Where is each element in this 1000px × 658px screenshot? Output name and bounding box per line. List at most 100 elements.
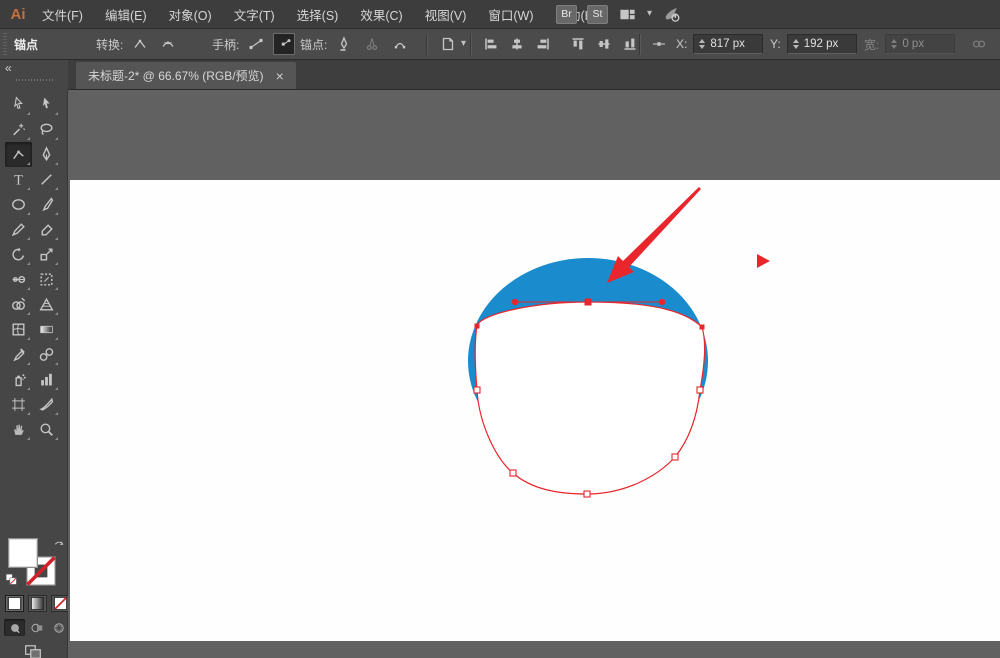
shape-builder-tool[interactable] [5, 292, 32, 317]
free-transform-tool[interactable] [33, 267, 60, 292]
controlbar-grip[interactable] [3, 33, 7, 56]
lasso-tool[interactable] [33, 117, 60, 142]
align-vertical-center-button[interactable] [593, 33, 615, 55]
draw-behind-button[interactable] [26, 619, 47, 636]
bridge-button[interactable]: Br [556, 4, 577, 24]
menubar-item-2[interactable]: 对象(O) [169, 5, 212, 24]
line-segment-tool[interactable] [33, 167, 60, 192]
tab-close-button[interactable]: × [276, 69, 284, 83]
scale-tool[interactable] [33, 242, 60, 267]
workspace-switcher-icon[interactable] [618, 5, 637, 24]
handle-endpoint[interactable] [511, 298, 519, 306]
menubar-item-5[interactable]: 效果(C) [360, 5, 402, 24]
align-left-button[interactable] [480, 33, 502, 55]
constrain-proportions-icon[interactable] [968, 33, 990, 55]
menubar-item-0[interactable]: 文件(F) [42, 5, 83, 24]
menubar-item-3[interactable]: 文字(T) [234, 5, 275, 24]
anchor-point-filled[interactable] [474, 323, 480, 329]
chevron-down-icon[interactable]: ▾ [647, 9, 652, 19]
width-input[interactable]: 0 px [885, 34, 956, 54]
anchor-point[interactable] [509, 469, 517, 477]
document-tab[interactable]: 未标题-2* @ 66.67% (RGB/预览) × [76, 62, 296, 89]
handle-endpoint[interactable] [658, 298, 666, 306]
width-label: 宽: [864, 37, 880, 52]
anchor-point[interactable] [696, 386, 704, 394]
x-position-input[interactable]: 817 px [693, 34, 764, 54]
main-menus: 文件(F) 编辑(E) 对象(O) 文字(T) 选择(S) 效果(C) 视图(V) 窗口(W)… [42, 5, 598, 24]
canvas-area[interactable] [68, 90, 1000, 658]
document-tab-bar: « 未标题-2* @ 66.67% (RGB/预览) × [0, 60, 1000, 90]
symbol-sprayer-tool[interactable] [5, 367, 32, 392]
type-tool[interactable]: T [5, 167, 32, 192]
separator [426, 34, 427, 55]
artboard-tool[interactable] [5, 392, 32, 417]
menubar-item-7[interactable]: 窗口(W) [488, 5, 533, 24]
fill-color-swatch[interactable] [8, 538, 38, 568]
gradient-button[interactable] [28, 595, 47, 612]
convert-to-corner-button[interactable] [129, 33, 151, 55]
draw-normal-button[interactable] [4, 619, 25, 636]
chevron-down-icon[interactable]: ▾ [461, 39, 466, 49]
default-colors-icon[interactable] [5, 573, 18, 586]
panel-grip[interactable] [16, 79, 54, 81]
hide-handles-button[interactable] [273, 33, 296, 55]
x-stepper[interactable] [699, 39, 706, 49]
color-button[interactable] [5, 595, 24, 612]
cut-path-button[interactable] [361, 33, 383, 55]
y-position-input[interactable]: 192 px [786, 34, 857, 54]
selection-tool[interactable] [33, 92, 60, 117]
document-setup-button[interactable] [437, 33, 459, 55]
anchor-point-tool[interactable] [5, 142, 32, 167]
align-horizontal-center-button[interactable] [506, 33, 528, 55]
tool-panel-header: « [0, 60, 68, 90]
y-stepper[interactable] [792, 39, 799, 49]
menubar-item-1[interactable]: 编辑(E) [105, 5, 147, 24]
ellipse-tool[interactable] [5, 192, 32, 217]
distribute-button[interactable] [648, 33, 670, 55]
align-bottom-button[interactable] [619, 33, 641, 55]
stock-button[interactable]: St [587, 4, 608, 24]
rotate-tool[interactable] [5, 242, 32, 267]
pen-tool[interactable] [33, 142, 60, 167]
anchor-point[interactable] [583, 490, 591, 498]
hand-tool[interactable] [5, 417, 32, 442]
swap-fill-stroke-icon[interactable] [53, 539, 65, 551]
collapse-panel-button[interactable]: « [5, 61, 12, 75]
separator [639, 34, 640, 55]
eyedropper-tool[interactable] [5, 342, 32, 367]
cs-live-icon[interactable] [662, 5, 681, 24]
magic-wand-tool[interactable] [5, 117, 32, 142]
gradient-tool[interactable] [33, 317, 60, 342]
width-stepper[interactable] [891, 39, 898, 49]
menubar-right-controls: Br St ▾ [556, 0, 681, 28]
app-logo[interactable]: Ai [0, 6, 36, 23]
column-graph-tool[interactable] [33, 367, 60, 392]
show-handles-button[interactable] [245, 33, 267, 55]
pencil-tool[interactable] [5, 217, 32, 242]
perspective-grid-tool[interactable] [33, 292, 60, 317]
width-tool[interactable] [5, 267, 32, 292]
blend-tool[interactable] [33, 342, 60, 367]
mesh-tool[interactable] [5, 317, 32, 342]
paint-style-buttons [5, 595, 70, 612]
draw-inside-button[interactable] [48, 619, 69, 636]
connect-path-button[interactable] [389, 33, 411, 55]
convert-to-smooth-button[interactable] [157, 33, 179, 55]
screen-mode-button[interactable] [23, 643, 43, 658]
eraser-tool[interactable] [33, 217, 60, 242]
anchor-point-filled[interactable] [699, 324, 705, 330]
align-right-button[interactable] [532, 33, 554, 55]
menubar-item-4[interactable]: 选择(S) [297, 5, 339, 24]
direct-selection-tool[interactable] [5, 92, 32, 117]
zoom-tool[interactable] [33, 417, 60, 442]
paintbrush-tool[interactable] [33, 192, 60, 217]
menubar-item-6[interactable]: 视图(V) [425, 5, 467, 24]
slice-tool[interactable] [33, 392, 60, 417]
anchor-point[interactable] [671, 453, 679, 461]
anchor-point-selected[interactable] [584, 298, 592, 306]
align-top-button[interactable] [567, 33, 589, 55]
x-label: X: [676, 37, 688, 51]
color-swatches-area [0, 533, 70, 658]
remove-anchor-button[interactable] [333, 33, 355, 55]
anchor-point[interactable] [473, 386, 481, 394]
